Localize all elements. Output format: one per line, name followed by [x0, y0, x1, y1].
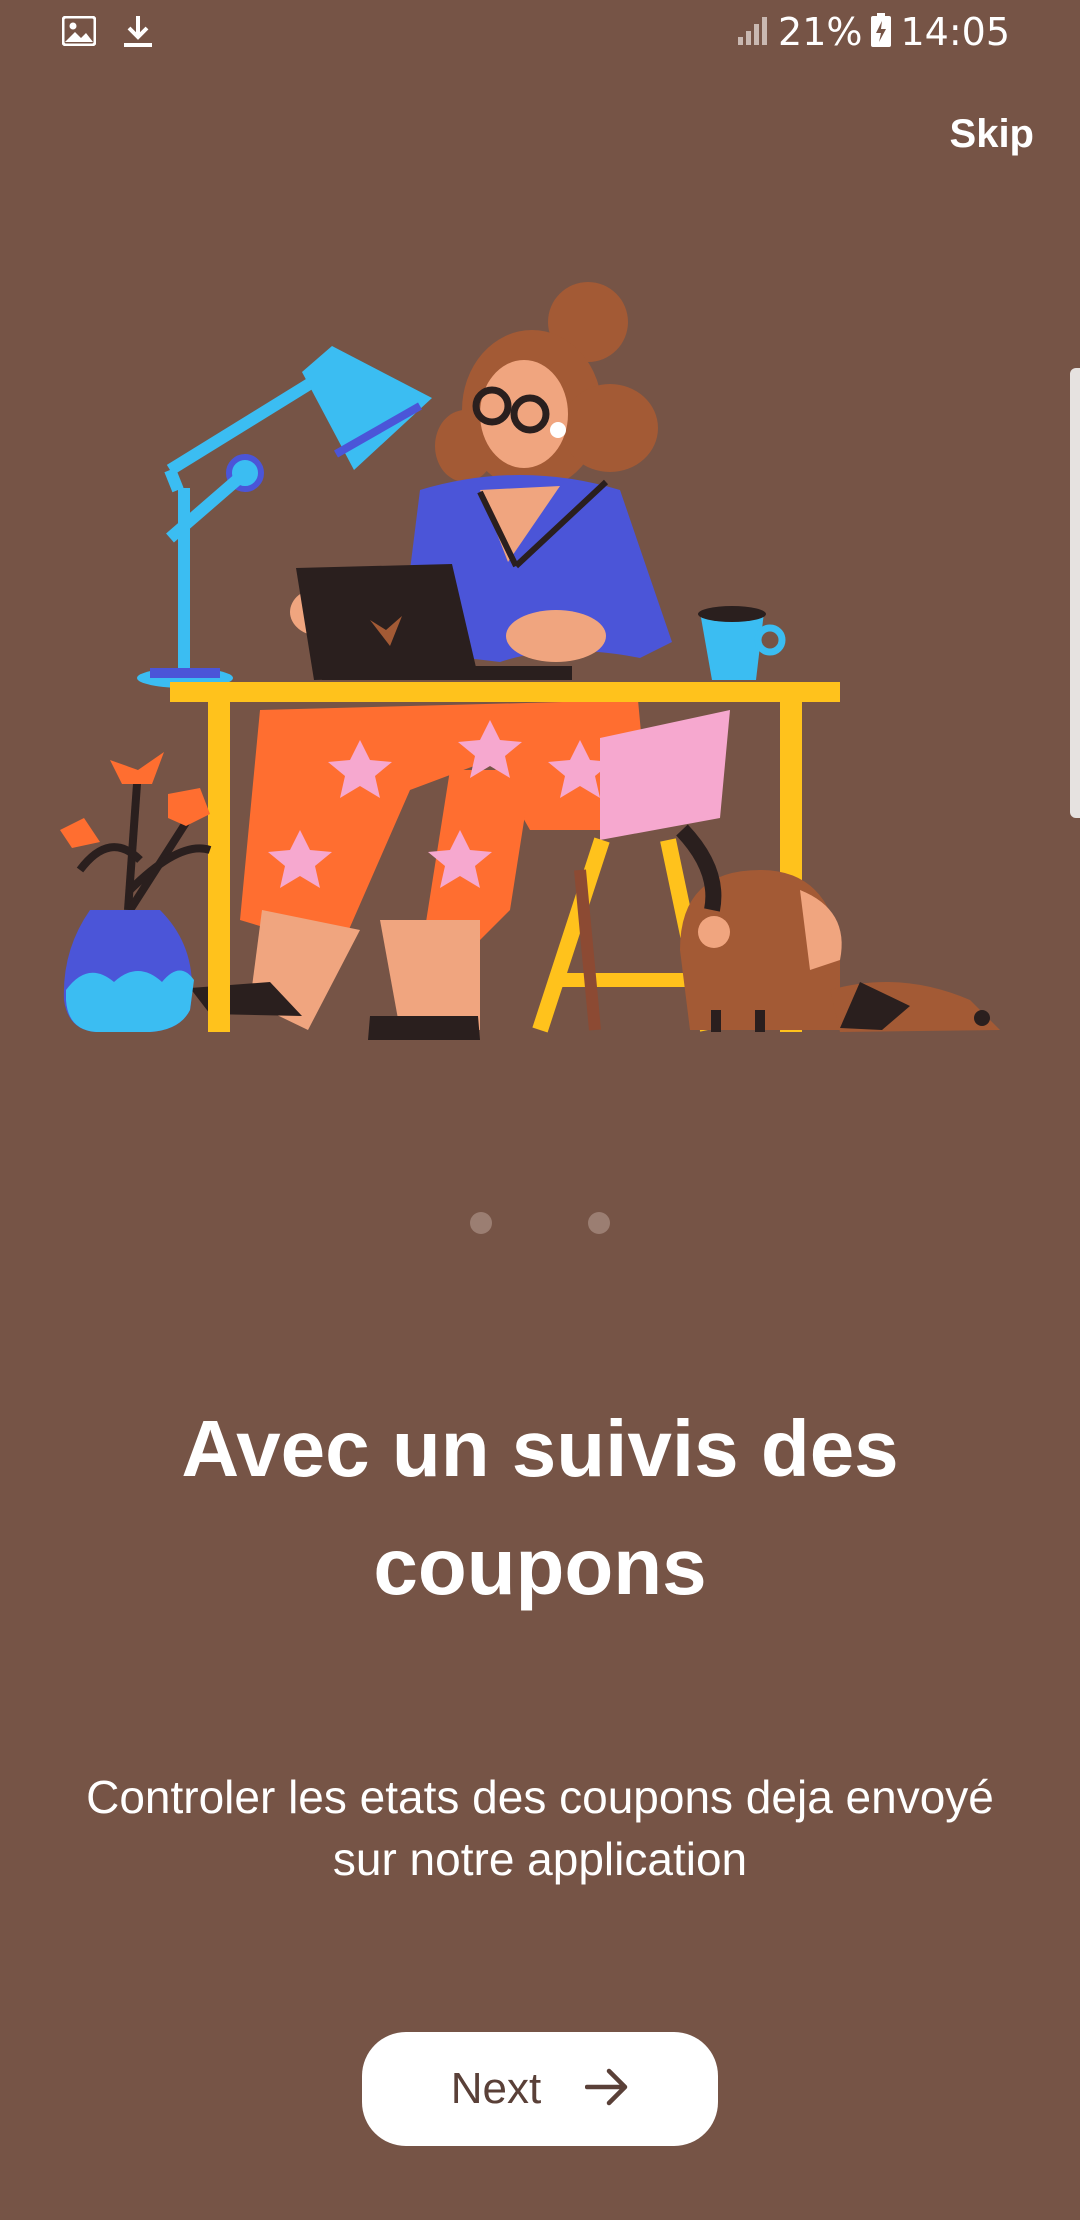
page-indicator	[0, 1212, 1080, 1234]
download-icon	[122, 14, 154, 53]
status-bar: 21% 14:05	[0, 0, 1080, 68]
arrow-right-icon	[584, 2067, 629, 2112]
next-button-label: Next	[450, 2064, 542, 2113]
dog-illustration	[676, 824, 1000, 1032]
battery-percent: 21%	[778, 10, 863, 54]
next-button[interactable]: Next	[362, 2032, 718, 2146]
clock: 14:05	[900, 10, 1010, 54]
vase-illustration	[60, 752, 212, 1032]
signal-icon	[736, 13, 770, 52]
onboarding-title: Avec un suivis des coupons	[181, 1404, 899, 1611]
page-dot[interactable]	[470, 1212, 492, 1234]
image-icon	[61, 15, 97, 51]
mug-illustration	[698, 606, 786, 680]
onboarding-illustration	[60, 282, 1000, 1040]
onboarding-subtitle: Controler les etats des coupons deja env…	[86, 1771, 994, 1885]
battery-icon	[870, 12, 892, 53]
page-dot[interactable]	[588, 1212, 610, 1234]
edge-panel-handle[interactable]	[1070, 368, 1080, 818]
skip-button[interactable]: Skip	[950, 112, 1034, 157]
